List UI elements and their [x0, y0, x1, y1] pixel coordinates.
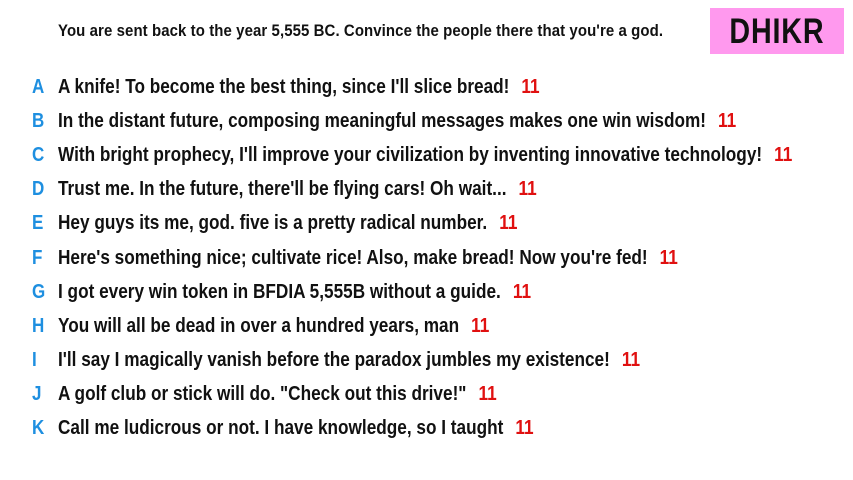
answer-text: A knife! To become the best thing, since…	[58, 75, 510, 98]
answer-text: You will all be dead in over a hundred y…	[58, 314, 460, 337]
answer-letter: A	[32, 75, 45, 98]
answer-text: A golf club or stick will do. "Check out…	[58, 383, 467, 406]
answer-row: K Call me ludicrous or not. I have knowl…	[0, 412, 853, 446]
answer-letter: C	[32, 143, 45, 166]
answer-body: A golf club or stick will do. "Check out…	[58, 383, 497, 406]
answer-letter: D	[32, 178, 45, 201]
answer-letter: I	[32, 349, 37, 372]
answer-score: 11	[621, 349, 641, 372]
answer-score: 11	[499, 212, 518, 235]
answer-letter: F	[32, 246, 43, 269]
answer-letter: H	[32, 314, 45, 337]
answer-body: Here's something nice; cultivate rice! A…	[58, 247, 678, 270]
answer-body: A knife! To become the best thing, since…	[58, 76, 540, 99]
answer-score: 11	[471, 314, 490, 337]
answer-row: F Here's something nice; cultivate rice!…	[0, 241, 853, 275]
answer-row: G I got every win token in BFDIA 5,555B …	[0, 275, 853, 309]
answer-score: 11	[518, 178, 537, 201]
answer-row: D Trust me. In the future, there'll be f…	[0, 173, 853, 207]
answer-score: 11	[521, 75, 540, 98]
answer-letter: J	[32, 383, 42, 406]
answer-body: I got every win token in BFDIA 5,555B wi…	[58, 281, 531, 304]
answer-text: Call me ludicrous or not. I have knowled…	[58, 417, 504, 440]
answer-letter: G	[32, 280, 46, 303]
answer-body: You will all be dead in over a hundred y…	[58, 315, 489, 338]
answer-text: Trust me. In the future, there'll be fly…	[58, 178, 507, 201]
answer-list: A A knife! To become the best thing, sin…	[0, 70, 853, 446]
answer-row: E Hey guys its me, god. five is a pretty…	[0, 207, 853, 241]
answer-body: Call me ludicrous or not. I have knowled…	[58, 417, 534, 440]
answer-text: Here's something nice; cultivate rice! A…	[58, 246, 648, 269]
answer-letter: K	[32, 417, 45, 440]
answer-text: I got every win token in BFDIA 5,555B wi…	[58, 280, 501, 303]
answer-score: 11	[659, 246, 678, 269]
answer-text: Hey guys its me, god. five is a pretty r…	[58, 212, 488, 235]
prompt-text: You are sent back to the year 5,555 BC. …	[58, 21, 664, 40]
answer-text: I'll say I magically vanish before the p…	[58, 349, 610, 372]
answer-row: B In the distant future, composing meani…	[0, 104, 853, 138]
answer-score: 11	[515, 417, 534, 440]
answer-row: A A knife! To become the best thing, sin…	[0, 70, 853, 104]
answer-score: 11	[774, 143, 793, 166]
answer-body: In the distant future, composing meaning…	[58, 110, 736, 133]
answer-score: 11	[512, 280, 532, 303]
answer-body: With bright prophecy, I'll improve your …	[58, 144, 792, 167]
answer-row: H You will all be dead in over a hundred…	[0, 309, 853, 343]
answer-letter: E	[32, 212, 44, 235]
answer-body: I'll say I magically vanish before the p…	[58, 349, 640, 372]
answer-row: I I'll say I magically vanish before the…	[0, 344, 853, 378]
answer-score: 11	[718, 109, 737, 132]
answer-letter: B	[32, 109, 45, 132]
contestant-badge: DHIKR	[710, 8, 844, 54]
badge-label: DHIKR	[729, 11, 825, 51]
answer-body: Trust me. In the future, there'll be fly…	[58, 178, 537, 201]
answer-text: With bright prophecy, I'll improve your …	[58, 143, 763, 166]
answer-score: 11	[478, 383, 497, 406]
answer-row: J A golf club or stick will do. "Check o…	[0, 378, 853, 412]
answer-body: Hey guys its me, god. five is a pretty r…	[58, 212, 517, 235]
answer-row: C With bright prophecy, I'll improve you…	[0, 138, 853, 172]
answer-text: In the distant future, composing meaning…	[58, 109, 706, 132]
